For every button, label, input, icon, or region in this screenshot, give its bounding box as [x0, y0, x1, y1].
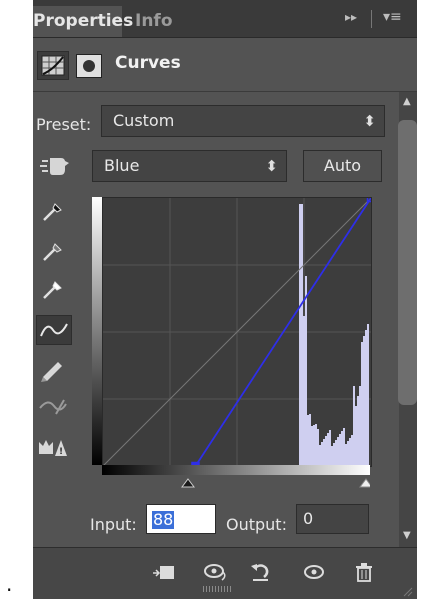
- histogram-bar: [331, 446, 333, 466]
- clip-to-layer-icon[interactable]: [151, 560, 177, 584]
- histogram-bar: [325, 436, 327, 466]
- histogram-bar: [323, 439, 325, 466]
- histogram-bar: [309, 414, 311, 466]
- eyedropper-white-icon[interactable]: [36, 275, 70, 303]
- scrollbar-thumb[interactable]: [398, 120, 417, 405]
- curves-tool-column: !: [33, 187, 83, 557]
- adjustment-header: Curves: [33, 38, 417, 92]
- curve-point-tool-icon[interactable]: [36, 315, 72, 345]
- histogram-bar: [367, 324, 369, 466]
- black-point-slider-handle: [181, 478, 195, 488]
- histogram-bar: [335, 440, 337, 466]
- curves-adjustment-icon[interactable]: [37, 51, 69, 80]
- tab-bar-divider: [371, 10, 372, 28]
- targeted-adjustment-hand-icon[interactable]: [39, 152, 73, 180]
- updown-arrows-icon: ⬍: [363, 112, 376, 130]
- histogram-bar: [339, 434, 341, 466]
- stray-period: .: [6, 572, 13, 596]
- channel-dropdown[interactable]: Blue ⬍: [92, 150, 287, 182]
- histogram-bar: [315, 424, 317, 466]
- panel-menu-button[interactable]: ▾≡: [383, 9, 402, 25]
- curves-properties: Preset: Custom ⬍ Blue ⬍ Auto ! Input: 88…: [33, 92, 399, 547]
- input-label: Input:: [90, 515, 137, 534]
- histogram-bar: [363, 336, 365, 466]
- histogram-bar: [305, 276, 307, 466]
- collapse-panel-button[interactable]: ▸▸: [345, 10, 357, 24]
- toggle-visibility-icon[interactable]: [301, 560, 327, 584]
- histogram-bar: [301, 204, 303, 466]
- input-gradient-bar: [102, 465, 370, 475]
- histogram-bar: [313, 425, 315, 466]
- view-previous-state-icon[interactable]: [203, 560, 229, 584]
- histogram-bar: [327, 433, 329, 466]
- svg-text:!: !: [59, 447, 63, 457]
- updown-arrows-icon: ⬍: [265, 157, 278, 175]
- tab-properties[interactable]: Properties: [33, 6, 133, 37]
- preset-label: Preset:: [36, 115, 92, 134]
- histogram-bar: [349, 438, 351, 466]
- histogram-bar: [347, 441, 349, 466]
- histogram-bar: [357, 396, 359, 466]
- white-point-slider-handle: [359, 478, 373, 488]
- curves-graph[interactable]: [102, 193, 376, 471]
- bottom-toolbar: [33, 547, 417, 599]
- preset-dropdown[interactable]: Custom ⬍: [101, 105, 385, 137]
- histogram-bar: [365, 330, 367, 466]
- histogram-bar: [299, 204, 301, 466]
- delete-adjustment-icon[interactable]: [351, 560, 377, 584]
- histogram-bar: [359, 386, 361, 466]
- eyedropper-black-icon[interactable]: [36, 197, 70, 225]
- smooth-curve-icon[interactable]: [36, 392, 70, 420]
- corner-resize-icon[interactable]: [401, 582, 413, 597]
- output-label: Output:: [226, 515, 287, 534]
- histogram-bar: [303, 316, 305, 466]
- histogram-bar: [361, 342, 363, 466]
- histogram-bar: [333, 443, 335, 466]
- histogram-bar: [319, 445, 321, 466]
- clipping-warning-icon[interactable]: !: [36, 432, 70, 460]
- channel-value: Blue: [104, 156, 140, 175]
- histogram-bar: [353, 386, 355, 466]
- panel-tab-bar: Properties Info ▸▸ ▾≡: [33, 0, 417, 38]
- pencil-icon[interactable]: [36, 355, 70, 383]
- preset-value: Custom: [113, 111, 175, 130]
- tab-info[interactable]: Info: [135, 6, 173, 37]
- input-value-text: 88: [152, 510, 175, 529]
- scroll-down-arrow-icon[interactable]: ▼: [403, 530, 411, 541]
- adjustment-title: Curves: [115, 53, 181, 73]
- histogram-bar: [341, 431, 343, 466]
- output-value-field[interactable]: 0: [296, 504, 369, 534]
- histogram-bar: [345, 444, 347, 466]
- input-slider[interactable]: [102, 475, 373, 489]
- reset-adjustment-icon[interactable]: [248, 560, 274, 584]
- histogram-bar: [311, 426, 313, 466]
- histogram-bar: [355, 406, 357, 466]
- histogram-bar: [337, 437, 339, 466]
- scroll-up-arrow-icon[interactable]: ▲: [403, 96, 411, 107]
- histogram-bar: [307, 415, 309, 466]
- properties-panel: Properties Info ▸▸ ▾≡ Curves Preset: Cus…: [33, 0, 417, 599]
- histogram-bar: [317, 429, 319, 466]
- layer-mask-icon[interactable]: [76, 54, 102, 78]
- input-value-field[interactable]: 88: [146, 504, 216, 534]
- eyedropper-gray-icon[interactable]: [36, 237, 70, 265]
- histogram-bar: [321, 442, 323, 466]
- histogram-bar: [329, 430, 331, 466]
- histogram-bar: [351, 435, 353, 466]
- output-gradient-bar: [92, 197, 102, 465]
- auto-button[interactable]: Auto: [303, 150, 382, 182]
- histogram-bar: [343, 428, 345, 466]
- panel-resize-grip[interactable]: [203, 586, 233, 592]
- output-value-text: 0: [303, 509, 314, 528]
